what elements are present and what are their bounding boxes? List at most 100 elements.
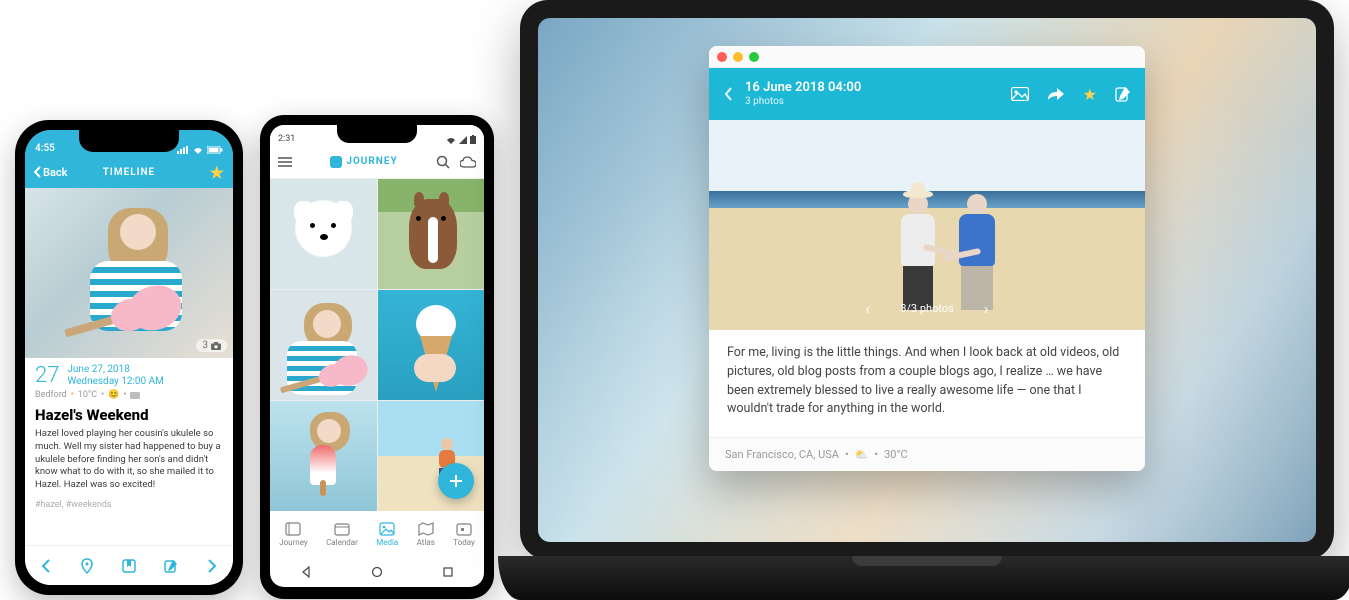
chevron-left-icon [723,86,733,102]
entry-date: June 27, 2018 [67,364,164,376]
wifi-icon [192,146,204,154]
weather-icon: ⛅ [855,448,869,461]
cloud-icon [460,156,476,168]
tab-media[interactable]: Media [376,522,398,547]
entry-tags: #hazel, #weekends [25,494,233,510]
tab-label: Journey [279,538,308,547]
signal-icon [459,136,467,144]
entry-location: Bedford [35,390,67,400]
entry-body: For me, living is the little things. And… [709,330,1145,437]
battery-icon [470,135,476,144]
app-brand: JOURNEY [330,156,397,168]
tab-label: Calendar [326,538,358,547]
laptop-base [498,556,1349,600]
nav-back[interactable] [300,566,312,578]
media-tile[interactable] [378,401,485,511]
hero-illustration [25,188,233,358]
tab-calendar[interactable]: Calendar [326,522,358,547]
media-tile[interactable] [270,401,377,511]
entry-photo[interactable]: ‹ 3/3 photos › [709,120,1145,330]
chevron-left-icon [33,166,41,178]
laptop-screen: 16 June 2018 04:00 3 photos ★ ‹ [538,18,1316,542]
photo-count-value: 3 [202,340,208,351]
bookmark-button[interactable] [119,556,139,576]
mac-titlebar [709,46,1145,68]
footer-location: San Francisco, CA, USA [725,448,839,461]
tab-label: Atlas [417,538,435,547]
iphone-device: 4:55 Back TIMELINE ★ [15,120,243,595]
iphone-notch [79,130,179,152]
nav-home[interactable] [371,566,383,578]
photo-next-button[interactable]: › [984,299,989,318]
square-icon [442,566,454,578]
search-button[interactable] [436,155,450,169]
mood-icon: 😊 [108,390,119,400]
circle-icon [371,566,383,578]
photo-count-badge: 3 [196,339,227,352]
window-close-button[interactable] [717,52,727,62]
menu-button[interactable] [278,157,292,167]
statusbar-indicators [177,146,223,154]
tag-icon [130,392,140,399]
android-screen: 2:31 JOURNEY [270,125,484,587]
camera-icon [211,342,221,350]
back-button[interactable]: Back [33,166,67,179]
iphone-header: Back TIMELINE ★ [25,156,233,188]
star-button[interactable]: ★ [1083,85,1097,104]
star-button[interactable]: ★ [210,163,225,182]
compose-button[interactable] [1115,86,1131,102]
media-tile[interactable] [378,290,485,400]
photo-prev-button[interactable]: ‹ [865,299,870,318]
footer-temp: 30°C [884,448,908,461]
entry-subtitle: 3 photos [745,96,861,108]
window-minimize-button[interactable] [733,52,743,62]
prev-button[interactable] [36,556,56,576]
photo-button[interactable] [1011,87,1029,101]
map-pin-button[interactable] [77,556,97,576]
compose-button[interactable] [161,556,181,576]
search-icon [436,155,450,169]
tab-atlas[interactable]: Atlas [417,522,435,547]
share-button[interactable] [1047,87,1065,101]
triangle-left-icon [300,566,312,578]
iphone-bottombar [25,545,233,585]
entry-hero-photo[interactable]: 3 [25,188,233,358]
statusbar-time: 2:31 [278,134,295,144]
photo-nav: ‹ 3/3 photos › [709,299,1145,318]
entry-temp: 10°C [78,390,97,400]
today-icon [456,522,472,536]
entry-body: Hazel loved playing her cousin's ukulele… [25,426,233,494]
android-tabbar: Journey Calendar Media Atlas Today [270,511,484,557]
media-tile[interactable] [378,179,485,289]
next-button[interactable] [202,556,222,576]
brand-logo-icon [330,156,342,168]
tab-label: Media [376,538,398,547]
cloud-button[interactable] [460,156,476,168]
fab-add-button[interactable] [438,463,474,499]
media-tile[interactable] [270,290,377,400]
entry-submeta: Bedford • 10°C • 😊 • [25,390,233,400]
statusbar-time: 4:55 [35,143,55,154]
nav-recent[interactable] [442,566,454,578]
compose-icon [1115,86,1131,102]
android-notch [337,125,417,143]
tab-today[interactable]: Today [453,522,475,547]
back-label: Back [43,166,67,179]
photo-illustration [901,170,1021,310]
media-tile[interactable] [270,179,377,289]
laptop-device: 16 June 2018 04:00 3 photos ★ ‹ [520,0,1334,560]
image-icon [1011,87,1029,101]
plus-icon [448,473,464,489]
hamburger-icon [278,157,292,167]
photo-counter: 3/3 photos [900,302,954,315]
brand-label: JOURNEY [346,156,397,167]
back-button[interactable] [723,86,733,102]
page-title: TIMELINE [103,167,155,178]
entry-title: Hazel's Weekend [25,400,233,426]
entry-day-number: 27 [35,365,59,387]
statusbar-indicators [446,135,476,144]
mac-window: 16 June 2018 04:00 3 photos ★ ‹ [709,46,1145,471]
calendar-icon [334,522,350,536]
window-zoom-button[interactable] [749,52,759,62]
tab-journey[interactable]: Journey [279,522,308,547]
